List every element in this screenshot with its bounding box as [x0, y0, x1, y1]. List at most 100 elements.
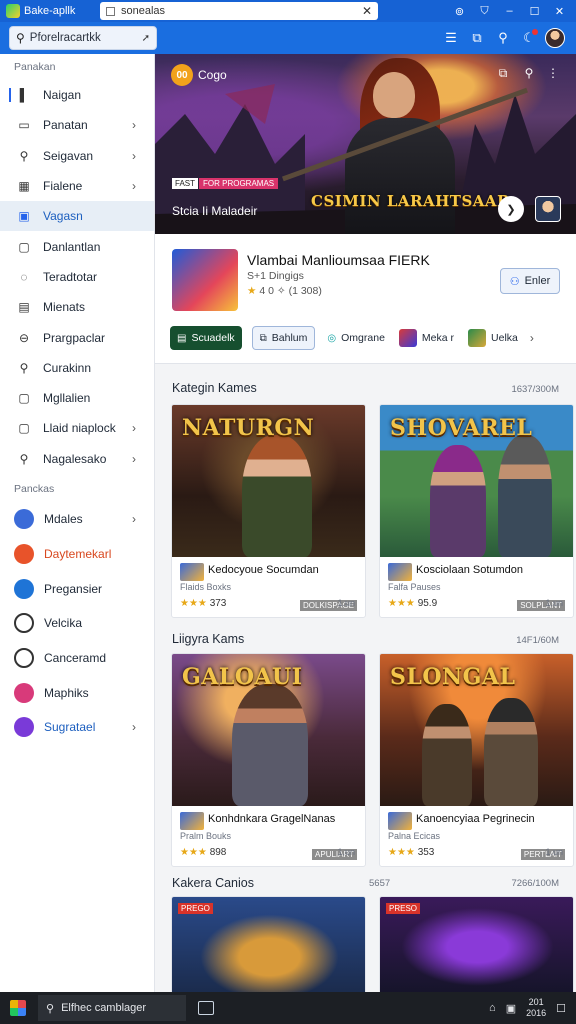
sidebar-game-label: Pregansier: [44, 581, 103, 596]
sidebar-item-label: Vagasn: [43, 209, 83, 224]
enter-button[interactable]: ⚇ Enler: [500, 268, 560, 294]
toolbar-actions: ☰ ⧉ ⚲ ☾: [440, 26, 566, 50]
game-card[interactable]: PRESO: [379, 896, 574, 992]
shield-icon[interactable]: ⛉: [472, 5, 497, 18]
search-input[interactable]: ⚲ Pforelracartkk ➚: [9, 26, 157, 50]
clock[interactable]: 201 2016: [526, 997, 546, 1019]
chip-label: Meka r: [421, 332, 455, 344]
start-icon[interactable]: [10, 1000, 26, 1016]
app-logo-icon: [6, 4, 20, 18]
game-card[interactable]: SHOVAREL SOLPLANT Kosciolaan Sotumdon Fa…: [379, 404, 574, 618]
sidebar-game-maphiks[interactable]: Maphiks: [0, 675, 154, 710]
chip-bahlum[interactable]: ⧉ Bahlum: [251, 326, 316, 350]
chip-uelka[interactable]: Uelka: [466, 326, 520, 350]
chevron-right-icon[interactable]: ›: [132, 149, 136, 163]
card-rating: ★★★ 373: [180, 598, 226, 609]
game-card[interactable]: NATURGN DOLKISPAGE Kedocyoue Socumdan Fl…: [171, 404, 366, 618]
sidebar-item-llaid-niaplock[interactable]: ▢ Llaid niaplock ›: [0, 413, 154, 443]
card-character: [484, 698, 538, 806]
more-icon[interactable]: ⋮: [543, 66, 563, 80]
sidebar-item-mgllalien[interactable]: ▢ Mgllalien: [0, 383, 154, 413]
sidebar-game-velcika[interactable]: Velcika: [0, 606, 154, 641]
sidebar-item-label: Prargpaclar: [43, 330, 106, 345]
search-icon[interactable]: ⚲: [519, 66, 539, 80]
card-size: 1.un: [545, 847, 563, 857]
home-icon[interactable]: ⌂: [489, 1002, 496, 1014]
maximize-button[interactable]: ☐: [522, 5, 547, 18]
sidebar-item-prargpaclar[interactable]: ⊖ Prargpaclar: [0, 322, 154, 352]
close-button[interactable]: ✕: [547, 5, 572, 18]
sidebar-game-daytemekarl[interactable]: Daytemekarl: [0, 537, 154, 572]
sidebar-item-danlantlan[interactable]: ▢ Danlantlan: [0, 231, 154, 261]
chevron-right-icon[interactable]: ›: [132, 512, 136, 526]
sidebar-game-sugratael[interactable]: Sugratael ›: [0, 710, 154, 745]
sidebar-item-mienats[interactable]: ▤ Mienats: [0, 292, 154, 322]
sidebar-game-label: Daytemekarl: [44, 546, 112, 561]
chevron-right-icon[interactable]: ›: [132, 118, 136, 132]
sidebar-item-panatan[interactable]: ▭ Panatan ›: [0, 110, 154, 140]
card-size: 1.un: [337, 847, 355, 857]
chip-meka[interactable]: Meka r: [397, 326, 456, 350]
notification-icon[interactable]: ☾: [518, 26, 540, 50]
go-arrow-icon[interactable]: ➚: [142, 33, 150, 44]
hero-tag: FOR PROGRAMAS: [199, 178, 279, 189]
sidebar-item-teradtotar[interactable]: ◌ Teradtotar: [0, 262, 154, 292]
sidebar-item-icon: ▢: [18, 391, 30, 406]
hero-banner[interactable]: 00 Cogo ⧉ ⚲ ⋮ FAST FOR PROGRAMAS Stcia I…: [155, 54, 576, 234]
chevron-right-icon[interactable]: ›: [132, 421, 136, 435]
sidebar-item-label: Danlantlan: [43, 239, 101, 254]
profile-button[interactable]: [544, 26, 566, 50]
minimize-button[interactable]: –: [497, 5, 522, 17]
search-icon[interactable]: ⚲: [492, 26, 514, 50]
help-icon[interactable]: ⊚: [447, 5, 472, 18]
sidebar-game-pregansier[interactable]: Pregansier: [0, 571, 154, 606]
sidebar-game-canceramd[interactable]: Canceramd: [0, 641, 154, 676]
screenshot-icon[interactable]: ⧉: [493, 66, 513, 81]
sidebar-game-mdales[interactable]: Mdales ›: [0, 502, 154, 537]
game-card[interactable]: PREGO: [171, 896, 366, 992]
sidebar-item-label: Mienats: [43, 300, 86, 315]
game-thumbnail[interactable]: [172, 249, 238, 311]
game-card[interactable]: GALOAUI APULIART Konhdnkara GragelNanas …: [171, 653, 366, 867]
sidebar-item-icon: ◌: [20, 269, 28, 284]
chevron-right-icon[interactable]: ›: [132, 452, 136, 466]
taskbar-search-input[interactable]: ⚲ Elfhec camblager: [38, 995, 186, 1021]
card-subtitle: Flaids Boxks: [180, 582, 232, 592]
sidebar-item-fialene[interactable]: ▦ Fialene ›: [0, 171, 154, 201]
sidebar-item-vagasn[interactable]: ▣ Vagasn: [0, 201, 154, 232]
star-icon: ★: [247, 285, 257, 297]
notification-icon[interactable]: ☐: [556, 1002, 566, 1015]
card-art-tag: PREGO: [178, 903, 213, 914]
menu-icon[interactable]: ☰: [440, 26, 462, 50]
card-rating: ★★★ 898: [180, 847, 226, 858]
sidebar-item-label: Curakinn: [43, 360, 92, 375]
screenshot-icon[interactable]: ⧉: [466, 26, 488, 50]
main-content: 00 Cogo ⧉ ⚲ ⋮ FAST FOR PROGRAMAS Stcia I…: [155, 54, 576, 992]
game-title: Vlambai Manlioumsaa FIERK: [247, 252, 430, 268]
sidebar-item-seigavan[interactable]: ⚲ Seigavan ›: [0, 141, 154, 171]
game-icon: [14, 543, 34, 564]
sidebar-item-nagalesako[interactable]: ⚲ Nagalesako ›: [0, 444, 154, 474]
search-icon: ⚲: [16, 31, 25, 45]
tab-close-icon[interactable]: ✕: [362, 4, 372, 18]
chip-omgrane[interactable]: ◎ Omgrane: [325, 326, 387, 350]
sidebar-item-label: Seigavan: [43, 148, 94, 163]
enter-button-label: Enler: [524, 275, 551, 287]
game-developer[interactable]: S+1 Dingigs: [247, 270, 304, 282]
gamepad-icon[interactable]: ▣: [506, 1002, 516, 1015]
sidebar-item-label: Mgllalien: [43, 391, 91, 406]
game-card[interactable]: SLONGAL PERTLAIT Kanoencyiaa Pegrinecin …: [379, 653, 574, 867]
chevron-right-icon[interactable]: ›: [530, 331, 534, 345]
avatar[interactable]: [535, 196, 561, 222]
stars-icon: ★★★: [388, 598, 415, 609]
browser-tab[interactable]: sonealas ✕: [100, 2, 378, 20]
sidebar-item-curakinn[interactable]: ⚲ Curakinn: [0, 353, 154, 383]
next-button[interactable]: ❯: [498, 196, 524, 222]
chevron-right-icon[interactable]: ›: [132, 720, 136, 734]
card-art-tag: PRESO: [386, 903, 421, 914]
chevron-right-icon[interactable]: ›: [132, 179, 136, 193]
task-view-icon[interactable]: [198, 1001, 214, 1015]
sidebar-item-naigan[interactable]: ▌ Naigan: [0, 80, 154, 110]
chip-scuadelk[interactable]: ▤ Scuadelk: [170, 326, 242, 350]
card-art-title: GALOAUI: [182, 664, 303, 690]
